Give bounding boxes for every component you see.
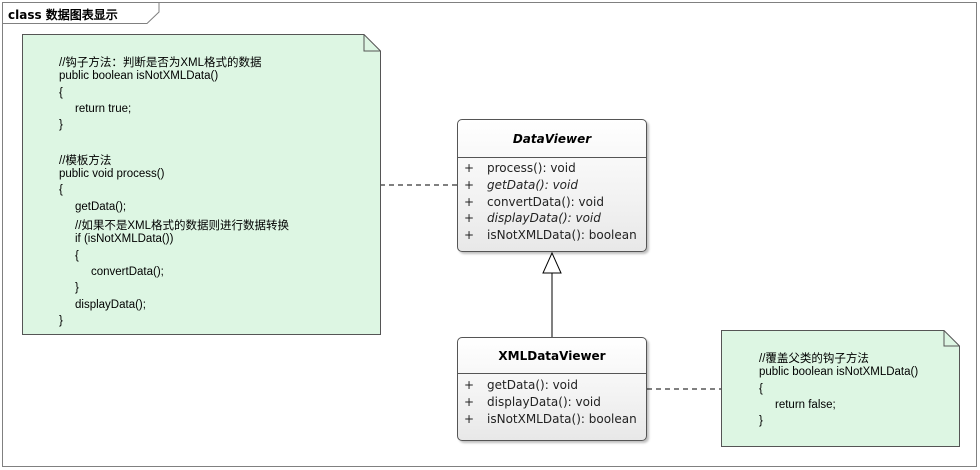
note-line: convertData(); bbox=[91, 265, 164, 278]
operation-row[interactable]: + isNotXMLData(): boolean bbox=[458, 412, 646, 429]
visibility-marker: + bbox=[464, 395, 475, 409]
class-xmldataviewer[interactable]: XMLDataViewer + getData(): void + displayDa… bbox=[457, 337, 647, 441]
note-line: return true; bbox=[75, 102, 132, 115]
class-dataviewer[interactable]: DataViewer + process(): void + getData(): v… bbox=[457, 119, 647, 252]
operation-row[interactable]: + displayData(): void bbox=[458, 211, 646, 228]
note-line: displayData(); bbox=[75, 298, 146, 311]
class-separator bbox=[458, 373, 646, 374]
note-line: return false; bbox=[775, 398, 836, 411]
note-line: { bbox=[75, 249, 79, 262]
operation-signature: getData(): void bbox=[487, 378, 578, 392]
note-shape bbox=[721, 330, 960, 447]
operation-signature: convertData(): void bbox=[487, 194, 604, 209]
note-line: public void process() bbox=[59, 168, 165, 181]
note-line: { bbox=[59, 86, 63, 99]
visibility-marker: + bbox=[464, 177, 475, 192]
visibility-marker: + bbox=[464, 378, 475, 392]
operation-signature: getData(): void bbox=[487, 177, 578, 192]
note-line: //钩子方法：判断是否为XML格式的数据 bbox=[59, 57, 262, 69]
operation-signature: isNotXMLData(): boolean bbox=[487, 412, 637, 426]
note-line: { bbox=[59, 184, 63, 197]
visibility-marker: + bbox=[464, 161, 475, 175]
operation-row[interactable]: + displayData(): void bbox=[458, 395, 646, 412]
template-method-note[interactable]: //钩子方法：判断是否为XML格式的数据 public boolean isNot… bbox=[22, 34, 382, 336]
class-name: DataViewer bbox=[512, 132, 592, 146]
class-name: XMLDataViewer bbox=[498, 349, 606, 363]
operation-signature: process(): void bbox=[487, 161, 576, 175]
note-line: if (isNotXMLData()) bbox=[75, 233, 174, 246]
operation-signature: isNotXMLData(): boolean bbox=[487, 228, 637, 243]
visibility-marker: + bbox=[464, 211, 475, 226]
visibility-marker: + bbox=[464, 194, 475, 209]
note-line: } bbox=[59, 119, 63, 132]
operation-row[interactable]: + getData(): void bbox=[458, 178, 646, 195]
operation-row[interactable]: + convertData(): void bbox=[458, 195, 646, 212]
note-line: public boolean isNotXMLData() bbox=[59, 70, 219, 83]
class-separator bbox=[458, 157, 646, 158]
note-line: getData(); bbox=[75, 200, 127, 213]
operation-signature: displayData(): void bbox=[487, 211, 601, 226]
note-line: } bbox=[75, 282, 79, 295]
note-line: //覆盖父类的钩子方法 bbox=[759, 353, 869, 365]
note-line: } bbox=[759, 415, 763, 428]
operation-row[interactable]: + process(): void bbox=[458, 161, 646, 178]
visibility-marker: + bbox=[464, 228, 475, 243]
generalization-arrowhead bbox=[542, 251, 562, 274]
visibility-marker: + bbox=[464, 412, 475, 426]
note-line: //如果不是XML格式的数据则进行数据转换 bbox=[75, 220, 290, 232]
operation-row[interactable]: + getData(): void bbox=[458, 378, 646, 395]
note-line: { bbox=[759, 382, 763, 395]
note-line: //模板方法 bbox=[59, 154, 112, 167]
operation-signature: displayData(): void bbox=[487, 395, 601, 409]
note-line: } bbox=[59, 314, 63, 327]
hook-override-note[interactable]: //覆盖父类的钩子方法 public boolean isNotXMLData()… bbox=[721, 330, 961, 448]
operation-row[interactable]: + isNotXMLData(): boolean bbox=[458, 228, 646, 245]
note-line: public boolean isNotXMLData() bbox=[759, 366, 919, 379]
